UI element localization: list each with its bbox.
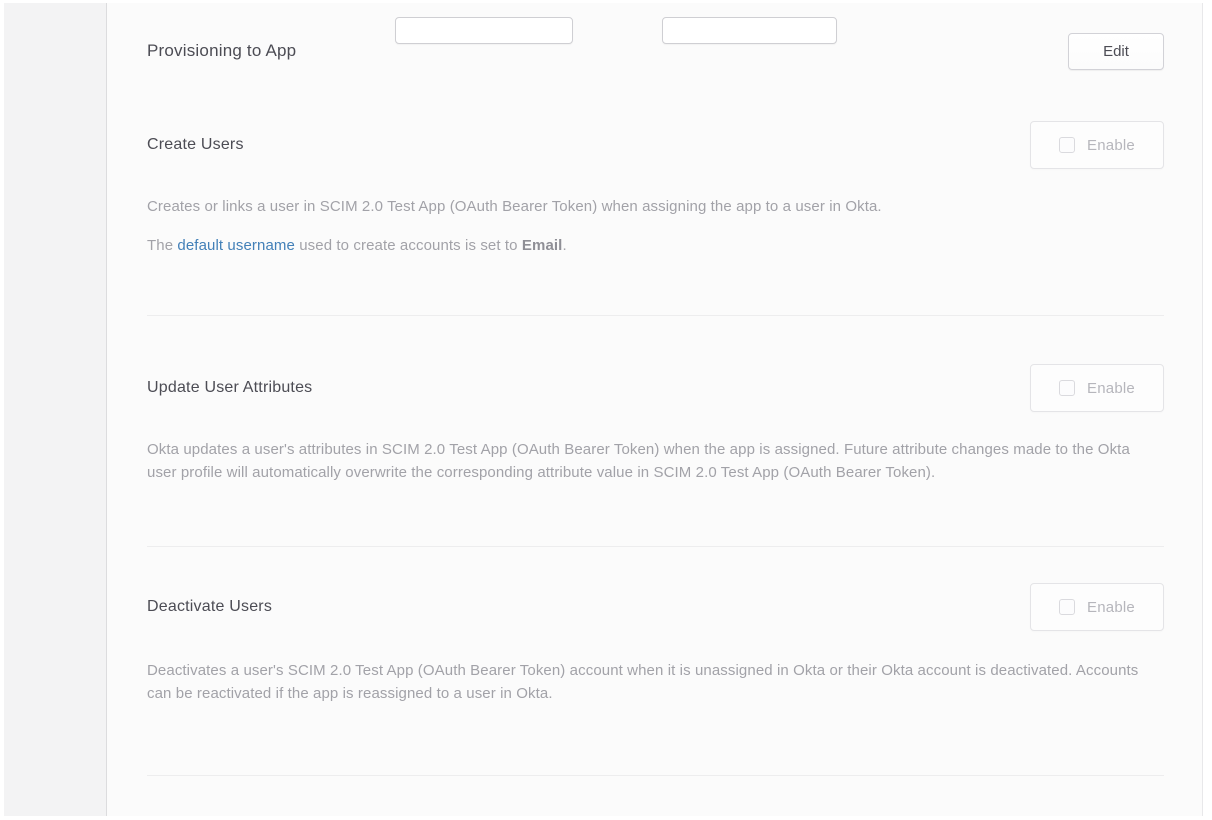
section-description: Creates or links a user in SCIM 2.0 Test… xyxy=(147,195,1162,218)
note-text: . xyxy=(562,237,566,254)
edit-button[interactable]: Edit xyxy=(1068,33,1164,70)
section-title: Update User Attributes xyxy=(147,379,312,397)
app-frame: Provisioning to App Edit Create Users En… xyxy=(4,3,1203,816)
enable-toggle-label: Enable xyxy=(1087,137,1135,154)
default-username-link[interactable]: default username xyxy=(177,237,295,254)
section-title: Deactivate Users xyxy=(147,598,272,616)
provisioning-header: Provisioning to App Edit xyxy=(147,31,1164,71)
default-username-note: The default username used to create acco… xyxy=(147,234,1162,257)
section-description: Okta updates a user's attributes in SCIM… xyxy=(147,438,1162,484)
note-text: used to create accounts is set to xyxy=(295,237,522,254)
section-create-users: Create Users Enable Creates or links a u… xyxy=(147,121,1164,257)
checkbox-unchecked-icon[interactable] xyxy=(1059,380,1075,396)
section-head: Deactivate Users Enable xyxy=(147,583,1164,631)
enable-toggle-label: Enable xyxy=(1087,599,1135,616)
checkbox-unchecked-icon[interactable] xyxy=(1059,599,1075,615)
section-head: Create Users Enable xyxy=(147,121,1164,169)
enable-toggle-label: Enable xyxy=(1087,380,1135,397)
create-users-enable-toggle[interactable]: Enable xyxy=(1030,121,1164,169)
truncated-field-right[interactable] xyxy=(662,17,837,44)
section-divider xyxy=(147,315,1164,316)
deactivate-users-enable-toggle[interactable]: Enable xyxy=(1030,583,1164,631)
section-title: Create Users xyxy=(147,136,244,154)
sidebar xyxy=(4,3,107,816)
section-divider xyxy=(147,775,1164,776)
checkbox-unchecked-icon[interactable] xyxy=(1059,137,1075,153)
section-divider xyxy=(147,546,1164,547)
section-head: Update User Attributes Enable xyxy=(147,364,1164,412)
section-description: Deactivates a user's SCIM 2.0 Test App (… xyxy=(147,659,1162,705)
update-attributes-enable-toggle[interactable]: Enable xyxy=(1030,364,1164,412)
note-email-value: Email xyxy=(522,237,563,254)
truncated-field-left[interactable] xyxy=(395,17,573,44)
content-panel: Provisioning to App Edit Create Users En… xyxy=(107,3,1203,816)
provisioning-settings: Provisioning to App Edit Create Users En… xyxy=(107,31,1202,776)
section-update-user-attributes: Update User Attributes Enable Okta updat… xyxy=(147,364,1164,484)
section-deactivate-users: Deactivate Users Enable Deactivates a us… xyxy=(147,583,1164,705)
page-title: Provisioning to App xyxy=(147,41,296,61)
note-text: The xyxy=(147,237,177,254)
